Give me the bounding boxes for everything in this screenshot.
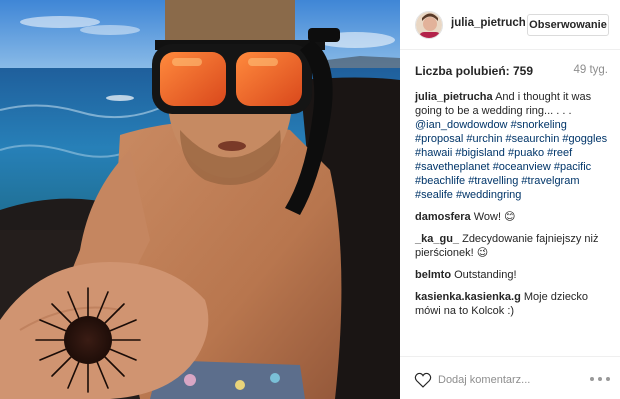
hashtag-link[interactable]: #pacific	[554, 161, 591, 173]
comment-username[interactable]: _ka_gu_	[415, 233, 459, 245]
comment-text: Wow! 😊	[473, 211, 516, 223]
more-options-icon[interactable]	[590, 372, 610, 386]
hashtag-link[interactable]: #bigisland	[455, 147, 505, 159]
comments-list: julia_pietrucha And i thought it was goi…	[415, 90, 611, 326]
hashtag-link[interactable]: #urchin	[466, 133, 502, 145]
hashtag-link[interactable]: #proposal	[415, 133, 463, 145]
more-dot	[598, 377, 602, 381]
hashtag-link[interactable]: #puako	[508, 147, 544, 159]
comment-text: Outstanding!	[454, 269, 517, 281]
hashtag-link[interactable]: #hawaii	[415, 147, 452, 159]
hashtag-link[interactable]: #goggles	[562, 133, 607, 145]
header-username[interactable]: julia_pietrucha	[451, 17, 525, 29]
hashtag-link[interactable]: #travelgram	[521, 175, 579, 187]
post-stats: Liczba polubień: 759 49 tyg.	[415, 64, 608, 82]
hashtag-link[interactable]: #beachlife	[415, 175, 465, 187]
post-time[interactable]: 49 tyg.	[573, 64, 608, 76]
snorkeler-photo-icon	[0, 0, 400, 399]
comment-username[interactable]: belmto	[415, 269, 451, 281]
post-photo[interactable]	[0, 0, 400, 399]
following-button[interactable]: Obserwowanie	[527, 14, 609, 36]
hashtag-link[interactable]: #weddingring	[456, 189, 521, 201]
profile-avatar[interactable]	[415, 11, 443, 39]
comment-item: kasienka.kasienka.g Moje dziecko mówi na…	[415, 290, 611, 318]
mention-link[interactable]: @ian_dowdowdow	[415, 119, 508, 131]
profile-avatar-icon	[416, 12, 442, 38]
post-footer	[400, 356, 620, 399]
hashtag-link[interactable]: #snorkeling	[511, 119, 567, 131]
likes-count[interactable]: Liczba polubień: 759	[415, 64, 533, 78]
hashtag-link[interactable]: #reef	[547, 147, 572, 159]
add-comment-input[interactable]	[438, 370, 578, 390]
hashtag-link[interactable]: #seaurchin	[506, 133, 560, 145]
comment-item: _ka_gu_ Zdecydowanie fajniejszy niż pier…	[415, 232, 611, 260]
sea-urchin-icon	[35, 287, 141, 393]
hashtag-link[interactable]: #travelling	[468, 175, 518, 187]
hashtag-link[interactable]: #oceanview	[493, 161, 551, 173]
more-dot	[590, 377, 594, 381]
heart-outline-icon[interactable]	[414, 372, 432, 388]
post-header: julia_pietrucha Obserwowanie	[400, 0, 620, 50]
comment-username[interactable]: damosfera	[415, 211, 471, 223]
comment-username[interactable]: julia_pietrucha	[415, 91, 493, 103]
post-details-panel: julia_pietrucha Obserwowanie Liczba polu…	[400, 0, 620, 399]
comment-username[interactable]: kasienka.kasienka.g	[415, 291, 521, 303]
more-dot	[606, 377, 610, 381]
comment-item: damosfera Wow! 😊	[415, 210, 611, 224]
hashtag-link[interactable]: #savetheplanet	[415, 161, 490, 173]
comment-item: julia_pietrucha And i thought it was goi…	[415, 90, 611, 202]
hashtag-link[interactable]: #sealife	[415, 189, 453, 201]
comment-item: belmto Outstanding!	[415, 268, 611, 282]
